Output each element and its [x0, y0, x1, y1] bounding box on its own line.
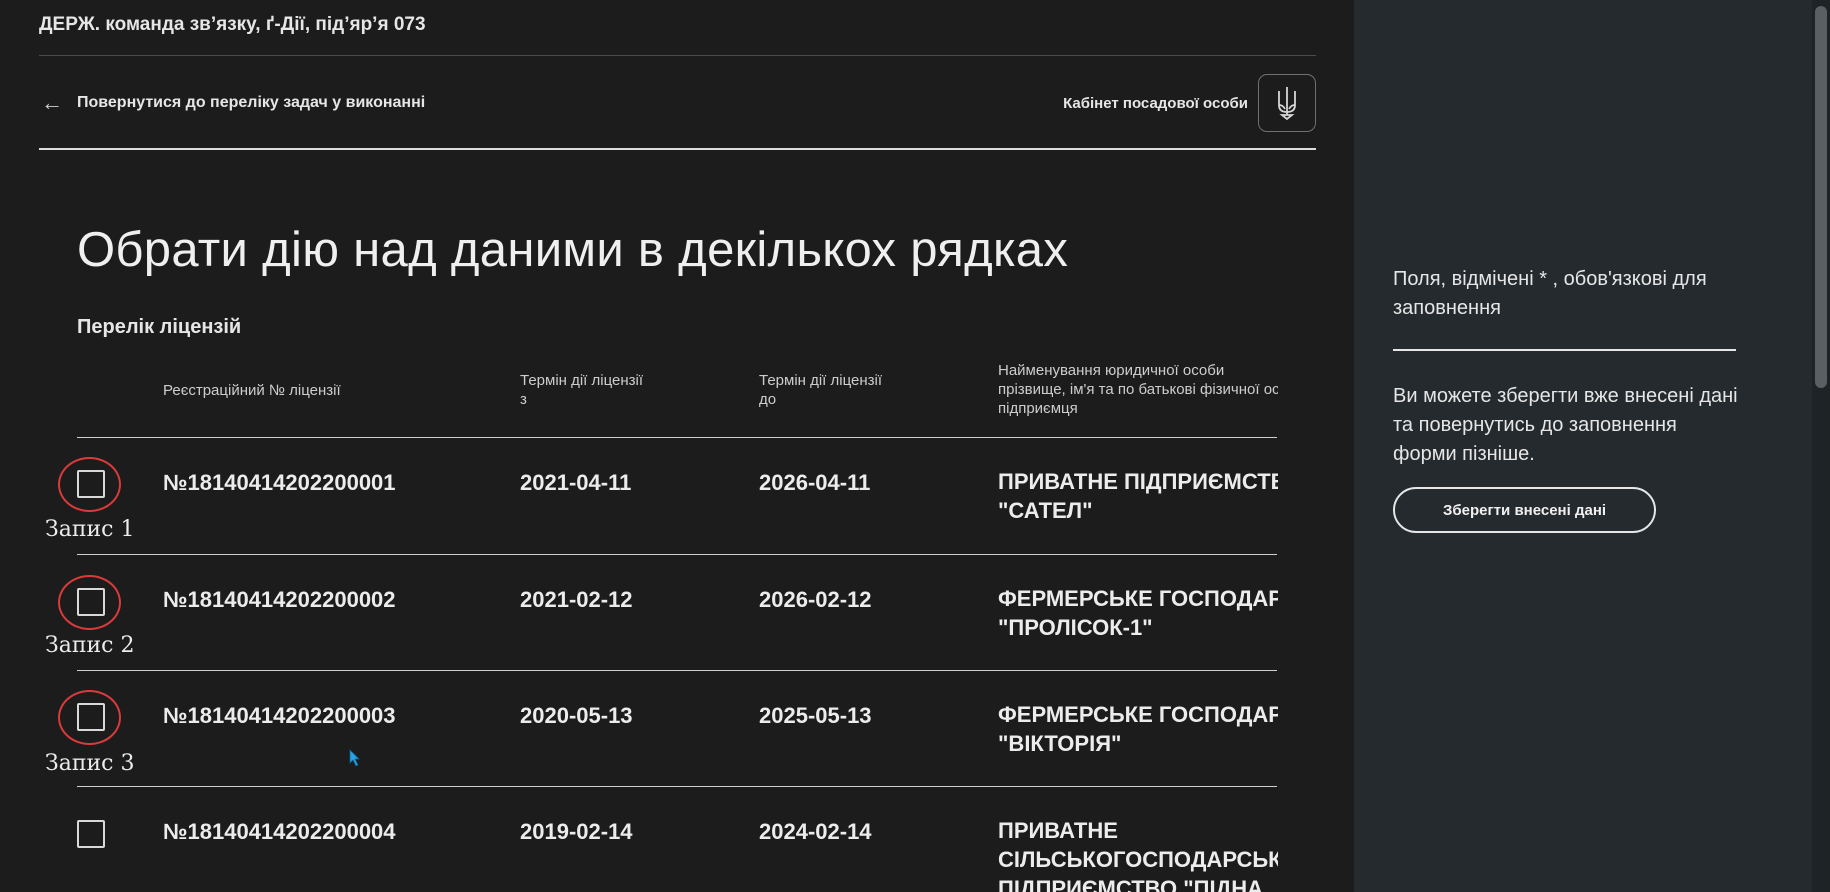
licensee-name-line1: ПРИВАТНЕ: [998, 818, 1118, 843]
main-panel: ДЕРЖ. команда зв’язку, ґ-Дії, під’яр’я 0…: [0, 0, 1354, 892]
header-divider: [39, 148, 1316, 150]
back-link[interactable]: ← Повернутися до переліку задач у викона…: [41, 92, 425, 114]
cabinet-link[interactable]: Кабінет посадової особи: [1063, 74, 1316, 132]
column-header-name: Найменування юридичної особи прізвище, і…: [998, 361, 1278, 418]
licensee-name: ПРИВАТНЕ ПІДПРИЄМСТВО "САТЕЛ": [998, 467, 1278, 525]
license-to-date: 2026-02-12: [759, 587, 872, 612]
row-checkbox[interactable]: [77, 703, 105, 731]
back-link-label: Повернутися до переліку задач у виконанн…: [77, 94, 426, 111]
row-divider: [77, 554, 1277, 555]
row-divider: [77, 786, 1277, 787]
column-header-from-line1: Термін дії ліцензії: [520, 372, 644, 389]
license-from-date: 2020-05-13: [520, 703, 633, 728]
license-number: №18140414202200002: [163, 587, 396, 612]
column-header-name-line2: прізвище, ім'я та по батькові фізичної о…: [998, 381, 1278, 398]
licensee-name-line2: "САТЕЛ": [998, 498, 1093, 523]
license-from-date: 2021-02-12: [520, 587, 633, 612]
license-number: №18140414202200004: [163, 819, 396, 844]
license-number: №18140414202200003: [163, 703, 396, 728]
scrollbar-thumb[interactable]: [1815, 6, 1827, 388]
license-to-date: 2025-05-13: [759, 703, 872, 728]
mouse-cursor-icon: [349, 749, 361, 772]
divider: [39, 55, 1316, 56]
save-note: Ви можете зберегти вже внесені дані та п…: [1393, 385, 1738, 465]
license-from-date: 2021-04-11: [520, 470, 632, 495]
column-header-to-line1: Термін дії ліцензії: [759, 372, 883, 389]
licensee-name-line2: "ВІКТОРІЯ": [998, 731, 1122, 756]
license-from-date: 2019-02-14: [520, 819, 633, 844]
row-annotation-label: Запис 1: [45, 517, 135, 542]
scrollbar[interactable]: [1812, 0, 1830, 892]
licensee-name-line3: ПІДПРИЄМСТВО "ПІДНА: [998, 876, 1264, 892]
trident-icon[interactable]: [1258, 74, 1316, 132]
required-fields-note: Поля, відмічені * , обов'язкові для запо…: [1393, 268, 1707, 319]
licensee-name-line1: ПРИВАТНЕ ПІДПРИЄМСТВО: [998, 469, 1278, 494]
table-caption: Перелік ліцензій: [77, 316, 242, 338]
license-to-date: 2024-02-14: [759, 819, 872, 844]
row-annotation-label: Запис 2: [45, 633, 135, 658]
row-checkbox[interactable]: [77, 470, 105, 498]
license-number: №18140414202200001: [163, 470, 396, 495]
column-header-from: Термін дії ліцензії з: [520, 371, 690, 409]
column-header-reg: Реєстраційний № ліцензії: [163, 382, 341, 399]
cabinet-label: Кабінет посадової особи: [1063, 94, 1248, 112]
licensee-name-line1: ФЕРМЕРСЬКЕ ГОСПОДАРСТВО: [998, 702, 1278, 727]
license-to-date: 2026-04-11: [759, 470, 871, 495]
save-draft-button[interactable]: Зберегти внесені дані: [1393, 487, 1656, 533]
licensee-name: ФЕРМЕРСЬКЕ ГОСПОДАРСТВО "ПРОЛІСОК-1": [998, 584, 1278, 642]
page-title: Обрати дію над даними в декількох рядках: [77, 223, 1069, 277]
row-annotation-label: Запис 3: [45, 751, 135, 776]
table-header-divider: [77, 437, 1277, 438]
licensee-name-line2: "ПРОЛІСОК-1": [998, 615, 1153, 640]
organization-name: ДЕРЖ. команда зв’язку, ґ-Дії, під’яр’я 0…: [39, 14, 426, 35]
licensee-name-line2: СІЛЬСЬКОГОСПОДАРСЬКЕ: [998, 847, 1278, 872]
arrow-left-icon: ←: [41, 90, 63, 115]
licensee-name: ПРИВАТНЕ СІЛЬСЬКОГОСПОДАРСЬКЕ ПІДПРИЄМСТ…: [998, 816, 1278, 892]
licensee-name: ФЕРМЕРСЬКЕ ГОСПОДАРСТВО "ВІКТОРІЯ": [998, 700, 1278, 758]
column-header-name-line3: підприємця: [998, 400, 1078, 417]
column-header-from-line2: з: [520, 391, 527, 408]
column-header-to: Термін дії ліцензії до: [759, 371, 929, 409]
row-checkbox[interactable]: [77, 588, 105, 616]
column-header-name-line1: Найменування юридичної особи: [998, 362, 1225, 379]
sidebar-divider: [1393, 349, 1736, 351]
row-checkbox[interactable]: [77, 820, 105, 848]
column-header-to-line2: до: [759, 391, 777, 408]
row-divider: [77, 670, 1277, 671]
licensee-name-line1: ФЕРМЕРСЬКЕ ГОСПОДАРСТВО: [998, 586, 1278, 611]
